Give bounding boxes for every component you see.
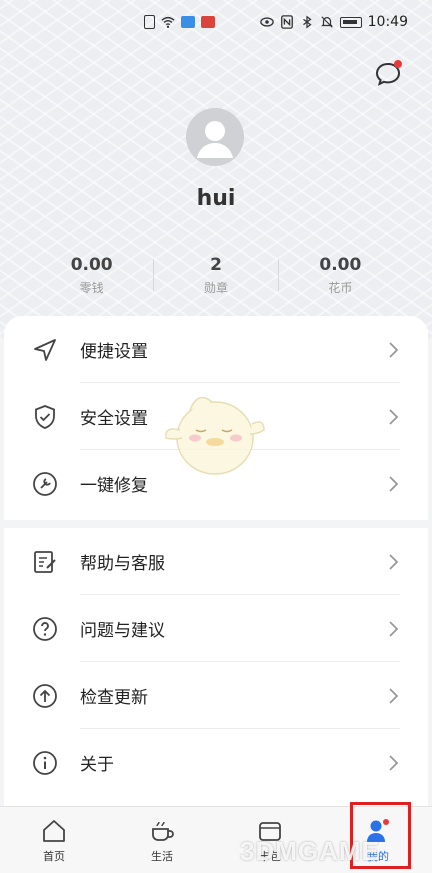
nav-label: 首页 xyxy=(43,849,65,863)
info-circle-icon xyxy=(33,750,57,775)
stat-medals[interactable]: 2 勋章 xyxy=(154,255,277,297)
chevron-right-icon xyxy=(389,754,399,771)
default-avatar-icon xyxy=(197,121,233,158)
sim-icon xyxy=(144,15,155,29)
stats-row: 0.00 零钱 2 勋章 0.00 花币 xyxy=(30,255,402,297)
upload-circle-icon xyxy=(33,683,57,708)
menu-item-check-update[interactable]: 检查更新 xyxy=(4,662,428,729)
wifi-icon xyxy=(161,16,175,28)
nfc-icon xyxy=(280,15,293,29)
battery-icon xyxy=(339,16,362,28)
menu-item-label: 便捷设置 xyxy=(80,342,148,362)
menu-item-label: 检查更新 xyxy=(80,688,148,708)
home-icon xyxy=(43,819,65,842)
status-bar: 10:49 xyxy=(0,0,432,44)
menu-item-about[interactable]: 关于 xyxy=(4,729,428,796)
menu-item-feedback[interactable]: 问题与建议 xyxy=(4,595,428,662)
stat-coins[interactable]: 0.00 花币 xyxy=(279,255,402,297)
gallery-notification-icon xyxy=(181,16,195,28)
menu-card-secondary: 帮助与客服 问题与建议 检查更新 关于 xyxy=(4,528,428,806)
status-right: 10:49 xyxy=(259,14,408,30)
navigation-arrow-icon xyxy=(34,338,56,361)
stat-value: 0.00 xyxy=(70,255,113,275)
mascot-illustration xyxy=(165,396,265,475)
eye-icon xyxy=(259,17,274,27)
chevron-right-icon xyxy=(389,553,399,570)
chevron-right-icon xyxy=(389,687,399,704)
bluetooth-icon xyxy=(302,15,312,29)
username: hui xyxy=(196,186,236,211)
huawei-notification-icon xyxy=(201,16,215,28)
chevron-right-icon xyxy=(389,408,399,425)
chevron-right-icon xyxy=(389,620,399,637)
nav-label: 生活 xyxy=(151,849,173,863)
edit-help-icon xyxy=(34,550,56,573)
repair-icon xyxy=(33,471,57,496)
stat-label: 勋章 xyxy=(204,281,229,295)
nav-home[interactable]: 首页 xyxy=(14,817,94,864)
message-badge xyxy=(394,60,402,68)
menu-item-help-support[interactable]: 帮助与客服 xyxy=(4,528,428,595)
stat-label: 花币 xyxy=(328,281,353,295)
avatar[interactable] xyxy=(186,108,244,166)
stat-value: 2 xyxy=(210,255,222,275)
menu-item-quick-settings[interactable]: 便捷设置 xyxy=(4,316,428,383)
status-time: 10:49 xyxy=(367,14,408,30)
watermark: 3DMGAME xyxy=(240,836,380,866)
status-left xyxy=(144,15,215,29)
question-circle-icon xyxy=(33,616,57,641)
menu-item-label: 关于 xyxy=(80,755,114,775)
stat-value: 0.00 xyxy=(319,255,362,275)
nav-life[interactable]: 生活 xyxy=(122,817,202,864)
menu-item-label: 问题与建议 xyxy=(80,621,165,641)
mute-bell-icon xyxy=(320,16,333,28)
chevron-right-icon xyxy=(389,341,399,358)
coffee-cup-icon xyxy=(152,821,174,841)
menu-item-label: 帮助与客服 xyxy=(80,554,165,574)
stat-label: 零钱 xyxy=(79,281,104,295)
stat-change[interactable]: 0.00 零钱 xyxy=(30,255,153,297)
chevron-right-icon xyxy=(389,475,399,492)
shield-check-icon xyxy=(35,404,55,429)
